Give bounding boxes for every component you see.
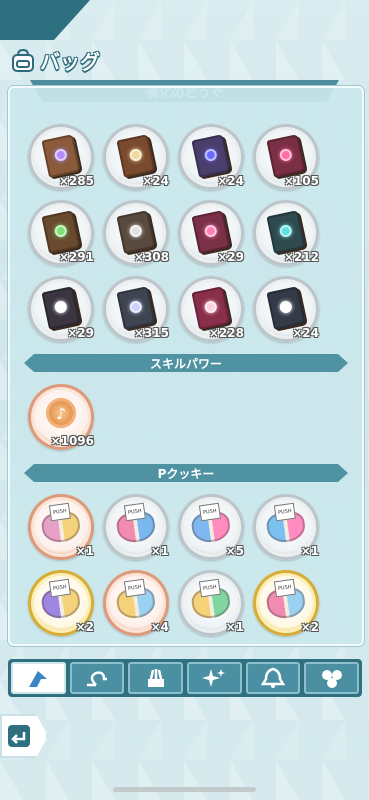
page-header: バッグ (10, 46, 100, 75)
book-icon (116, 286, 156, 330)
tab-bell[interactable] (245, 662, 301, 694)
tools-item[interactable]: ×24 (253, 276, 319, 342)
home-indicator[interactable] (113, 787, 256, 792)
item-count: ×285 (58, 174, 94, 188)
item-count: ×2 (300, 620, 319, 634)
back-arrow-icon (8, 725, 30, 747)
item-count: ×308 (133, 250, 169, 264)
hexagon-icon (321, 670, 342, 688)
tab-loop[interactable] (69, 662, 125, 694)
tools-item[interactable]: ×24 (178, 124, 244, 190)
cookie-icon (265, 509, 307, 545)
tools-item[interactable]: ×212 (253, 200, 319, 266)
item-count: ×1 (300, 544, 319, 558)
cookie-item[interactable]: ×1 (28, 494, 94, 560)
book-icon (41, 210, 81, 254)
cookie-icon (190, 585, 232, 621)
tab-hexagon[interactable] (304, 662, 360, 694)
category-tabs (8, 659, 362, 697)
skill-grid: ×1096 (28, 384, 360, 460)
tools-item[interactable]: ×228 (178, 276, 244, 342)
tools-item[interactable]: ×285 (28, 124, 94, 190)
book-icon (191, 286, 231, 330)
cookie-item[interactable]: ×1 (103, 494, 169, 560)
cookie-icon (265, 585, 307, 621)
sparkle-icon (202, 669, 226, 687)
section-title-cookie: Pクッキー (24, 464, 348, 482)
tools-item[interactable]: ×291 (28, 200, 94, 266)
cookie-item[interactable]: ×5 (178, 494, 244, 560)
cookie-icon (40, 509, 82, 545)
book-icon (191, 210, 231, 254)
book-icon (191, 134, 231, 178)
cookie-item[interactable]: ×1 (253, 494, 319, 560)
item-count: ×1 (225, 620, 244, 634)
tools-item[interactable]: ×29 (28, 276, 94, 342)
tools-item[interactable]: ×308 (103, 200, 169, 266)
item-count: ×1096 (50, 434, 94, 448)
skill-medal-icon (46, 398, 76, 428)
item-count: ×5 (225, 544, 244, 558)
item-count: ×105 (283, 174, 319, 188)
tools-item[interactable]: ×315 (103, 276, 169, 342)
item-count: ×24 (292, 326, 319, 340)
page-title: バッグ (40, 50, 100, 74)
item-count: ×4 (150, 620, 169, 634)
item-count: ×1 (75, 544, 94, 558)
skill-item[interactable]: ×1096 (28, 384, 94, 450)
cake-icon (147, 669, 164, 687)
item-count: ×291 (58, 250, 94, 264)
book-icon (266, 210, 306, 254)
loop-icon (87, 671, 107, 687)
item-count: ×29 (217, 250, 244, 264)
cookie-item[interactable]: ×2 (28, 570, 94, 636)
item-count: ×24 (217, 174, 244, 188)
tab-enhance[interactable] (11, 662, 66, 694)
cookie-icon (115, 509, 157, 545)
item-count: ×2 (75, 620, 94, 634)
bell-icon (260, 667, 286, 688)
book-icon (116, 134, 156, 178)
book-icon (116, 210, 156, 254)
tab-sparkle[interactable] (187, 662, 242, 694)
cookie-icon (115, 585, 157, 621)
cookie-grid: ×1 ×1 ×5 ×1 ×2 ×4 ×1 ×2 (28, 494, 360, 644)
cookie-item[interactable]: ×4 (103, 570, 169, 636)
cookie-item[interactable]: ×1 (178, 570, 244, 636)
tools-item[interactable]: ×29 (178, 200, 244, 266)
arrow-up-icon (29, 671, 48, 687)
bag-icon (12, 48, 34, 72)
cookie-item[interactable]: ×2 (253, 570, 319, 636)
item-count: ×24 (142, 174, 169, 188)
book-icon (266, 134, 306, 178)
book-icon (41, 134, 81, 178)
tools-item[interactable]: ×24 (103, 124, 169, 190)
tools-grid: ×285 ×24 ×24 ×105 ×291 ×308 ×29 ×212 ×29 ×315 ×228… (28, 124, 360, 352)
items-panel: ×285 ×24 ×24 ×105 ×291 ×308 ×29 ×212 ×29 ×315 ×228… (8, 86, 364, 646)
book-icon (41, 286, 81, 330)
item-count: ×212 (283, 250, 319, 264)
item-count: ×29 (67, 326, 94, 340)
tab-cake[interactable] (128, 662, 184, 694)
cookie-icon (190, 509, 232, 545)
book-icon (266, 286, 306, 330)
cookie-icon (40, 585, 82, 621)
item-count: ×228 (208, 326, 244, 340)
section-title-skill: スキルパワー (24, 354, 348, 372)
tools-item[interactable]: ×105 (253, 124, 319, 190)
item-count: ×315 (133, 326, 169, 340)
item-count: ×1 (150, 544, 169, 558)
